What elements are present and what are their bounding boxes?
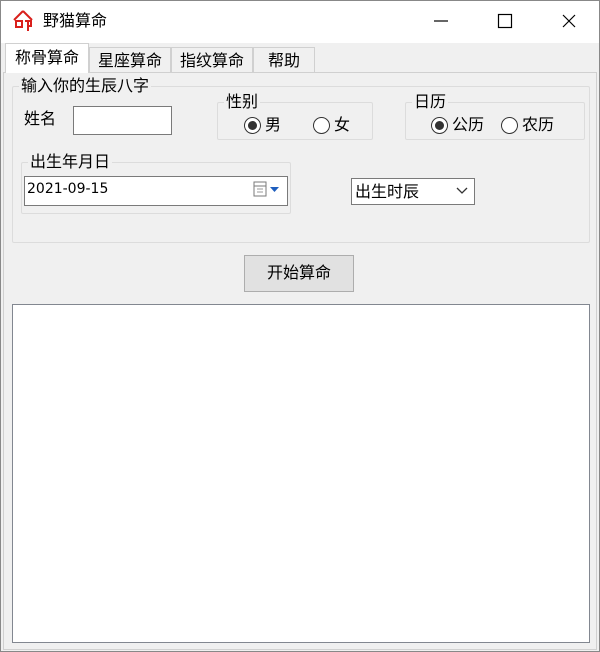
birthdate-value: 2021-09-15 xyxy=(27,181,109,197)
start-fortune-button[interactable]: 开始算命 xyxy=(244,255,354,292)
window-title: 野猫算命 xyxy=(43,11,108,30)
minimize-button[interactable] xyxy=(413,1,469,41)
calendar-solar-radio[interactable]: 公历 xyxy=(431,115,484,135)
minimize-icon xyxy=(434,20,448,22)
name-label: 姓名 xyxy=(24,109,57,128)
radio-unchecked-icon xyxy=(313,116,330,134)
gender-female-label: 女 xyxy=(334,115,351,134)
fate-character-icon xyxy=(13,10,33,31)
radio-checked-icon xyxy=(431,116,448,134)
birth-hour-select[interactable]: 出生时辰 xyxy=(351,178,475,205)
name-input[interactable] xyxy=(73,106,172,135)
calendar-solar-label: 公历 xyxy=(452,115,485,134)
gender-group-title: 性别 xyxy=(226,92,259,111)
tab-page: 输入你的生辰八字 姓名 性别 男 女 日历 公历 农历 出生年月日 2021-0… xyxy=(3,72,597,650)
radio-checked-icon xyxy=(244,116,261,134)
gender-male-label: 男 xyxy=(265,115,282,134)
calendar-lunar-label: 农历 xyxy=(522,115,555,134)
calendar-lunar-radio[interactable]: 农历 xyxy=(501,115,554,135)
close-button[interactable] xyxy=(541,1,597,41)
birthdate-picker[interactable]: 2021-09-15 xyxy=(24,176,288,206)
birth-hour-value: 出生时辰 xyxy=(355,182,420,201)
maximize-button[interactable] xyxy=(477,1,533,41)
calendar-group-title: 日历 xyxy=(414,92,447,111)
gender-male-radio[interactable]: 男 xyxy=(244,115,281,135)
close-icon xyxy=(562,14,576,28)
tab-help[interactable]: 帮助 xyxy=(253,47,315,74)
app-window: 野猫算命 称骨算命 星座算命 指纹算命 帮助 输入你的生辰八字 姓名 性别 男 xyxy=(0,0,600,652)
result-output[interactable] xyxy=(12,304,590,643)
birthdate-group-title: 出生年月日 xyxy=(30,152,111,171)
maximize-icon xyxy=(497,13,513,29)
tab-bone-weight[interactable]: 称骨算命 xyxy=(5,43,89,73)
radio-unchecked-icon xyxy=(501,116,518,134)
calendar-icon[interactable] xyxy=(249,179,285,199)
title-bar[interactable]: 野猫算命 xyxy=(1,1,599,43)
gender-female-radio[interactable]: 女 xyxy=(313,115,350,135)
birth-info-group-title: 输入你的生辰八字 xyxy=(21,76,150,95)
tab-fingerprint[interactable]: 指纹算命 xyxy=(171,47,253,74)
chevron-down-icon xyxy=(456,187,468,194)
tab-horoscope[interactable]: 星座算命 xyxy=(89,47,171,74)
